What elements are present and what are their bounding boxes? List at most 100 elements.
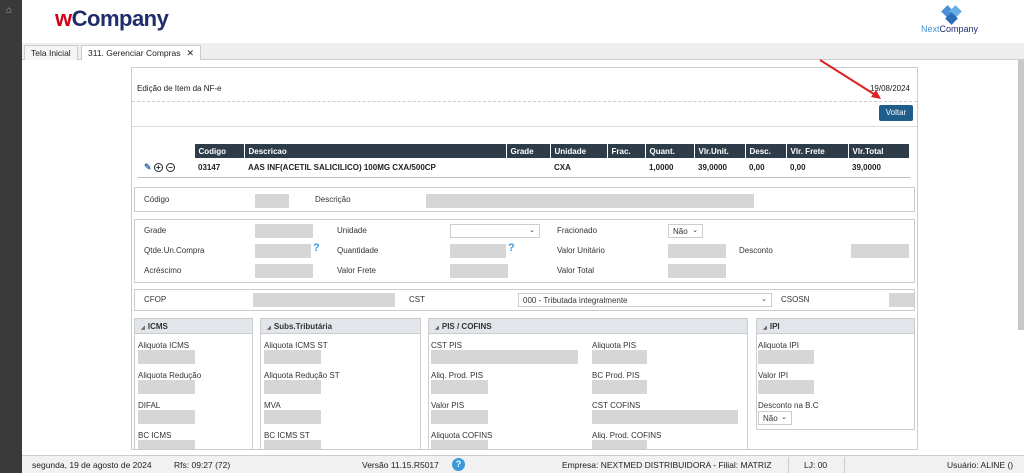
mva-label: MVA (264, 401, 281, 410)
valor-total-label: Valor Total (557, 266, 595, 275)
desconto-input[interactable] (851, 244, 909, 258)
descricao-input[interactable] (426, 194, 754, 208)
nextcompany-logo: NextCompany (921, 3, 983, 39)
collapse-icon: ◢ (763, 325, 767, 331)
ipi-panel-header[interactable]: ◢ IPI (757, 319, 914, 334)
valor-frete-input[interactable] (450, 264, 508, 278)
desconto-label: Desconto (739, 246, 773, 255)
collapse-icon: ◢ (141, 325, 145, 331)
chevron-down-icon: ⌄ (781, 414, 787, 421)
aliquota-cofins-label: Aliquota COFINS (431, 431, 493, 440)
fracionado-select[interactable]: Não ⌄ (668, 224, 703, 238)
collapse-icon: ◢ (435, 325, 439, 331)
divider (132, 126, 917, 127)
aliquota-icms-st-input[interactable] (264, 350, 321, 364)
bc-icms-st-input[interactable] (264, 440, 321, 449)
cst-cofins-label: CST COFINS (592, 401, 641, 410)
add-icon[interactable]: + (153, 162, 163, 172)
ipi-panel: ◢ IPI Aliquota IPI Valor IPI Desconto na … (756, 318, 915, 430)
aliquota-reducao-label: Aliquota Redução (138, 371, 202, 380)
aliq-prod-pis-label: Aliq. Prod. PIS (431, 371, 484, 380)
subs-tributaria-panel: ◢ Subs.Tributária Aliquota ICMS ST Aliquo… (260, 318, 421, 449)
bc-prod-pis-input[interactable] (592, 380, 647, 394)
company-logo: wCompany (55, 6, 169, 31)
pis-panel-header[interactable]: ◢ PIS / COFINS (429, 319, 747, 334)
bc-icms-label: BC ICMS (138, 431, 172, 440)
aliquota-reducao-input[interactable] (138, 380, 195, 394)
csosn-input[interactable] (889, 293, 914, 307)
status-empresa: Empresa: NEXTMED DISTRIBUIDORA - Filial:… (562, 460, 772, 470)
bc-icms-st-label: BC ICMS ST (264, 431, 310, 440)
valor-ipi-input[interactable] (758, 380, 814, 394)
aliquota-ipi-input[interactable] (758, 350, 814, 364)
acrescimo-input[interactable] (255, 264, 313, 278)
valor-pis-label: Valor PIS (431, 401, 465, 410)
tab-tela-inicial[interactable]: Tela Inicial (24, 45, 78, 60)
aliquota-pis-label: Aliquota PIS (592, 341, 637, 350)
voltar-button[interactable]: Voltar (879, 105, 913, 121)
edit-icon[interactable]: ✎ (144, 162, 152, 172)
qtde-un-compra-label: Qtde.Un.Compra (144, 246, 205, 255)
aliquota-cofins-input[interactable] (431, 440, 488, 449)
help-icon[interactable]: ? (452, 458, 465, 471)
status-rfs: Rfs: 09:27 (72) (174, 460, 231, 470)
mva-input[interactable] (264, 410, 321, 424)
codigo-input[interactable] (255, 194, 289, 208)
aliquota-icms-label: Aliquota ICMS (138, 341, 190, 350)
cfop-input[interactable] (253, 293, 395, 307)
grade-label: Grade (144, 226, 167, 235)
item-table: Codigo Descricao Grade Unidade Frac. Qua… (138, 144, 910, 178)
cst-select[interactable]: 000 - Tributada integralmente ⌄ (518, 293, 772, 307)
unidade-select[interactable]: ⌄ (450, 224, 540, 238)
aliquota-pis-input[interactable] (592, 350, 647, 364)
divider (132, 101, 917, 102)
valor-pis-input[interactable] (431, 410, 488, 424)
cst-cofins-input[interactable] (592, 410, 738, 424)
codigo-label: Código (144, 195, 170, 204)
valor-unitario-input[interactable] (668, 244, 726, 258)
quantidade-label: Quantidade (337, 246, 379, 255)
aliquota-icms-input[interactable] (138, 350, 195, 364)
tab-gerenciar-compras[interactable]: 311. Gerenciar Compras ✕ (81, 45, 201, 60)
chevron-down-icon: ⌄ (529, 227, 535, 234)
bc-prod-pis-label: BC Prod. PIS (592, 371, 640, 380)
close-icon[interactable]: ✕ (186, 48, 194, 58)
cst-label: CST (409, 295, 425, 304)
unidade-label: Unidade (337, 226, 367, 235)
help-icon[interactable]: ? (508, 242, 515, 254)
cfop-label: CFOP (144, 295, 167, 304)
subs-panel-header[interactable]: ◢ Subs.Tributária (261, 319, 420, 334)
quantidade-input[interactable] (450, 244, 506, 258)
scrollbar[interactable] (1018, 60, 1024, 330)
aliq-prod-cofins-label: Aliq. Prod. COFINS (592, 431, 662, 440)
aliq-prod-cofins-input[interactable] (592, 440, 647, 449)
collapse-icon: ◢ (267, 325, 271, 331)
bc-icms-input[interactable] (138, 440, 195, 449)
home-icon[interactable]: ⌂ (6, 5, 12, 16)
table-header: Codigo Descricao Grade Unidade Frac. Qua… (138, 144, 910, 158)
remove-icon[interactable]: − (166, 162, 176, 172)
aliquota-reducao-st-label: Aliquota Redução ST (264, 371, 340, 380)
valor-ipi-label: Valor IPI (758, 371, 789, 380)
cst-pis-label: CST PIS (431, 341, 462, 350)
help-icon[interactable]: ? (313, 242, 320, 254)
icms-panel: ◢ ICMS Aliquota ICMS Aliquota Redução DIF… (134, 318, 253, 449)
grade-input[interactable] (255, 224, 313, 238)
icms-panel-header[interactable]: ◢ ICMS (135, 319, 252, 334)
aliquota-reducao-st-input[interactable] (264, 380, 321, 394)
difal-input[interactable] (138, 410, 195, 424)
left-rail: ⌂ (0, 0, 22, 473)
valor-total-input[interactable] (668, 264, 726, 278)
qtde-un-compra-input[interactable] (255, 244, 311, 258)
fiscal-section: CFOP CST 000 - Tributada integralmente ⌄ … (134, 289, 915, 311)
table-row[interactable]: ✎ + − 03147 AAS INF(ACETIL SALICILICO) 1… (138, 158, 910, 178)
csosn-label: CSOSN (781, 295, 810, 304)
desconto-bc-select[interactable]: Não ⌄ (758, 411, 792, 425)
quantidades-section: Grade Unidade ⌄ Fracionado Não ⌄ Qtde.Un.… (134, 219, 915, 283)
aliq-prod-pis-input[interactable] (431, 380, 488, 394)
annotation-arrow (819, 59, 881, 99)
aliquota-ipi-label: Aliquota IPI (758, 341, 799, 350)
difal-label: DIFAL (138, 401, 161, 410)
cst-pis-input[interactable] (431, 350, 578, 364)
status-lj: LJ: 00 (804, 460, 828, 470)
